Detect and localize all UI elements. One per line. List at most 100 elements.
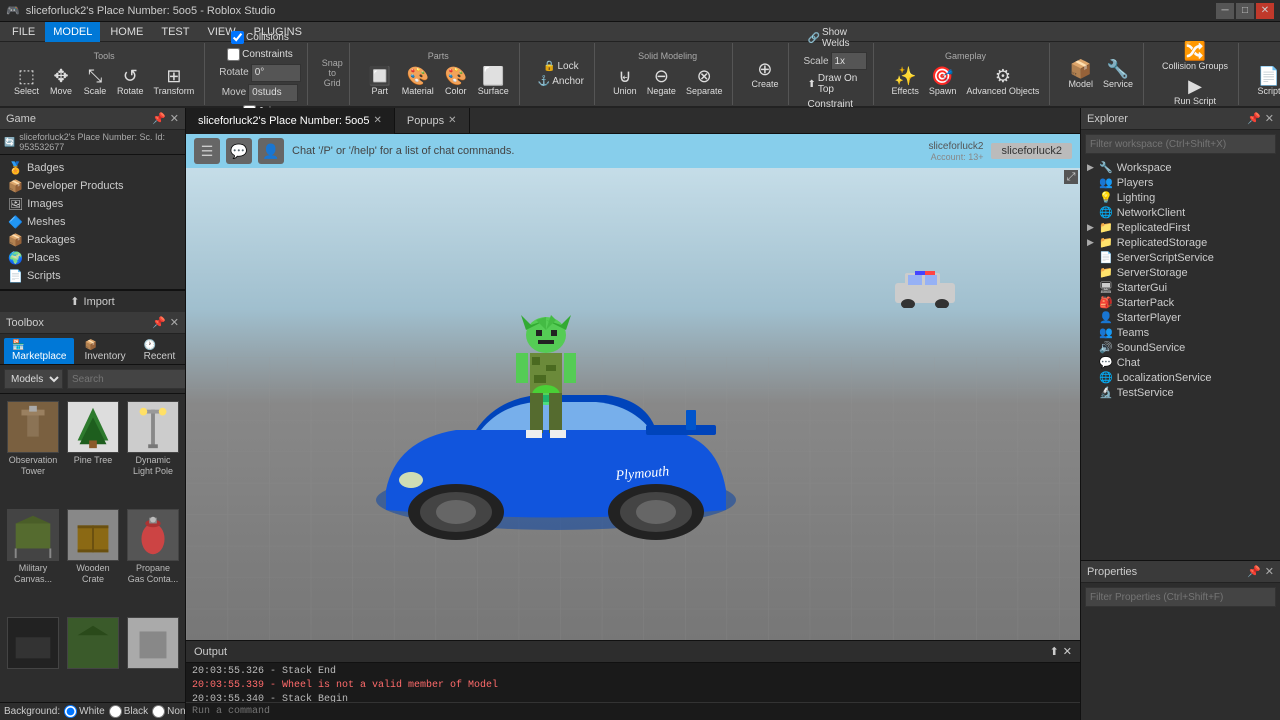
spawn-button[interactable]: 🎯 Spawn (925, 65, 961, 98)
move-button[interactable]: ✥ Move (45, 65, 77, 98)
exp-item-localizationservice[interactable]: 🌐 LocalizationService (1083, 370, 1278, 385)
material-button[interactable]: 🎨 Material (398, 65, 438, 98)
exp-item-serverstorage[interactable]: 📁 ServerStorage (1083, 265, 1278, 280)
scale-button[interactable]: ⤡ Scale (79, 65, 111, 98)
maximize-view-icon[interactable]: ⤢ (1064, 170, 1078, 184)
chat-toggle-icon[interactable]: ☰ (194, 138, 220, 164)
exp-item-replicatedfirst[interactable]: ▶ 📁 ReplicatedFirst (1083, 220, 1278, 235)
output-close-icon[interactable]: ✕ (1063, 645, 1072, 658)
transform-button[interactable]: ⊞ Transform (150, 65, 199, 98)
select-button[interactable]: ⬚ Select (10, 65, 43, 98)
effects-button[interactable]: ✨ Effects (888, 65, 923, 98)
tree-item-meshes[interactable]: 🔷 Meshes (4, 213, 181, 231)
create-button[interactable]: ⊕ Create (747, 58, 782, 91)
exp-item-workspace[interactable]: ▶ 🔧 Workspace (1083, 160, 1278, 175)
list-item[interactable]: Pine Tree (64, 398, 122, 504)
constraints-checkbox[interactable] (227, 48, 240, 61)
color-button[interactable]: 🎨 Color (440, 65, 472, 98)
scale-input[interactable] (831, 52, 867, 70)
list-item[interactable]: Military Canvas... (4, 506, 62, 612)
exp-item-lighting[interactable]: 💡 Lighting (1083, 190, 1278, 205)
tree-item-images[interactable]: 🖼 Images (4, 195, 181, 213)
tab-recent[interactable]: 🕐 Recent (136, 338, 184, 364)
collision-groups-button[interactable]: 🔀 Collision Groups (1158, 40, 1232, 73)
tab-popups[interactable]: Popups ✕ (395, 108, 470, 134)
show-welds-btn[interactable]: 🔗 Show Welds (803, 26, 866, 50)
command-input[interactable] (192, 706, 1074, 717)
tab-marketplace[interactable]: 🏪 Marketplace (4, 338, 74, 364)
model-button[interactable]: 📦 Model (1064, 58, 1097, 91)
service-button[interactable]: 🔧 Service (1099, 58, 1137, 91)
exp-item-chat[interactable]: 💬 Chat (1083, 355, 1278, 370)
menu-home[interactable]: HOME (102, 22, 151, 42)
chat-bubble-icon[interactable]: 💬 (226, 138, 252, 164)
game-panel-lock-icon[interactable]: 📌 (152, 112, 166, 125)
game-panel-close-icon[interactable]: ✕ (170, 112, 179, 125)
explorer-close-icon[interactable]: ✕ (1265, 112, 1274, 125)
list-item[interactable]: Dynamic Light Pole (124, 398, 182, 504)
advanced-objects-button[interactable]: ⚙ Advanced Objects (962, 65, 1043, 98)
list-item[interactable]: Observation Tower (4, 398, 62, 504)
explorer-lock-icon[interactable]: 📌 (1247, 112, 1261, 125)
properties-close-icon[interactable]: ✕ (1265, 565, 1274, 578)
tree-item-badges[interactable]: 🏅 Badges (4, 159, 181, 177)
list-item[interactable] (4, 614, 62, 698)
separate-button[interactable]: ⊗ Separate (682, 65, 727, 98)
explorer-search-input[interactable] (1085, 134, 1276, 154)
constraints-checkbox-row[interactable]: Constraints (223, 47, 297, 62)
tree-item-developer-products[interactable]: 📦 Developer Products (4, 177, 181, 195)
menu-test[interactable]: TEST (153, 22, 197, 42)
exp-item-serverscriptservice[interactable]: 📄 ServerScriptService (1083, 250, 1278, 265)
lock-btn[interactable]: 🔒 Lock (539, 60, 583, 73)
exp-item-starterplayer[interactable]: 👤 StarterPlayer (1083, 310, 1278, 325)
toolbox-lock-icon[interactable]: 📌 (152, 316, 166, 329)
part-button[interactable]: 🔲 Part (364, 65, 396, 98)
collisions-checkbox[interactable] (231, 31, 244, 44)
tree-item-places[interactable]: 🌍 Places (4, 249, 181, 267)
tab-popups-close-icon[interactable]: ✕ (448, 115, 456, 126)
minimize-button[interactable]: ─ (1216, 3, 1234, 19)
list-item[interactable] (64, 614, 122, 698)
properties-lock-icon[interactable]: 📌 (1247, 565, 1261, 578)
tab-inventory[interactable]: 📦 Inventory (76, 338, 133, 364)
bg-white-radio[interactable] (64, 705, 77, 718)
exp-item-players[interactable]: 👥 Players (1083, 175, 1278, 190)
surface-button[interactable]: ⬜ Surface (474, 65, 513, 98)
tab-place-close-icon[interactable]: ✕ (373, 115, 381, 126)
rotate-input[interactable] (251, 64, 301, 82)
place-refresh-icon[interactable]: 🔄 (4, 137, 15, 148)
search-input[interactable] (67, 369, 185, 389)
tab-place[interactable]: sliceforluck2's Place Number: 5oo5 ✕ (186, 108, 395, 134)
list-item[interactable] (124, 614, 182, 698)
negate-button[interactable]: ⊖ Negate (643, 65, 680, 98)
player-icon[interactable]: 👤 (258, 138, 284, 164)
menu-model[interactable]: MODEL (45, 22, 100, 42)
exp-item-soundservice[interactable]: 🔊 SoundService (1083, 340, 1278, 355)
exp-item-startergui[interactable]: 🖥 StarterGui (1083, 280, 1278, 295)
output-expand-icon[interactable]: ⬆ (1050, 645, 1059, 658)
exp-item-replicatedstorage[interactable]: ▶ 📁 ReplicatedStorage (1083, 235, 1278, 250)
category-select[interactable]: Models Decals Audio Plugins (4, 369, 63, 389)
draw-on-top-btn[interactable]: ⬆ Draw On Top (803, 72, 866, 96)
exp-item-testservice[interactable]: 🔬 TestService (1083, 385, 1278, 400)
toolbox-close-icon[interactable]: ✕ (170, 316, 179, 329)
bg-black-radio[interactable] (109, 705, 122, 718)
list-item[interactable]: Propane Gas Conta... (124, 506, 182, 612)
exp-item-networkclient[interactable]: 🌐 NetworkClient (1083, 205, 1278, 220)
username-badge[interactable]: sliceforluck2 (991, 143, 1072, 159)
union-button[interactable]: ⊌ Union (609, 65, 641, 98)
move-input[interactable] (248, 84, 298, 102)
close-button[interactable]: ✕ (1256, 3, 1274, 19)
properties-search-input[interactable] (1085, 587, 1276, 607)
script-button[interactable]: 📄 Script (1253, 65, 1280, 98)
tree-item-scripts[interactable]: 📄 Scripts (4, 267, 181, 285)
collisions-checkbox-row[interactable]: Collisions (227, 30, 293, 45)
list-item[interactable]: Wooden Crate (64, 506, 122, 612)
anchor-btn[interactable]: ⚓ Anchor (534, 75, 588, 88)
bg-none-radio[interactable] (152, 705, 165, 718)
exp-item-teams[interactable]: 👥 Teams (1083, 325, 1278, 340)
exp-item-starterpack[interactable]: 🎒 StarterPack (1083, 295, 1278, 310)
import-button[interactable]: ⬆ Import (0, 290, 185, 312)
tree-item-packages[interactable]: 📦 Packages (4, 231, 181, 249)
menu-file[interactable]: FILE (4, 22, 43, 42)
